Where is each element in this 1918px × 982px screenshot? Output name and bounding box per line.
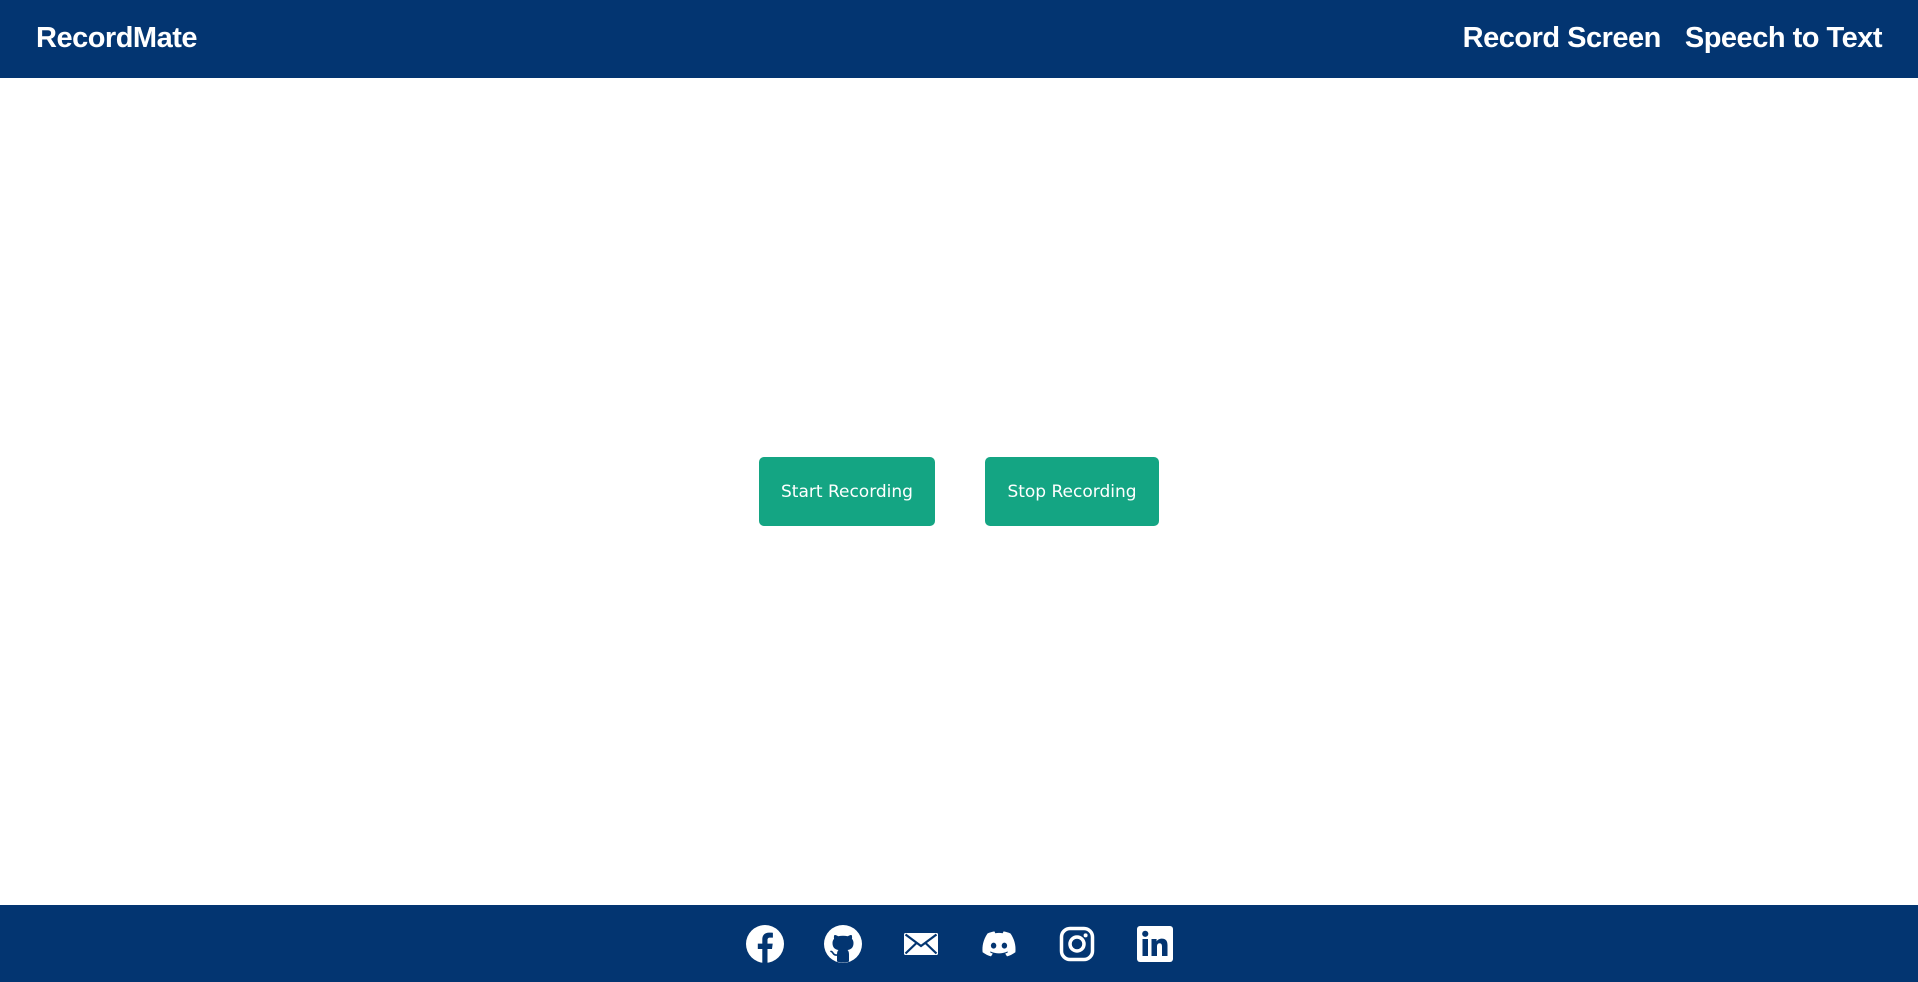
mail-icon[interactable] bbox=[901, 924, 941, 964]
start-recording-button[interactable]: Start Recording bbox=[759, 457, 935, 526]
nav-record-screen[interactable]: Record Screen bbox=[1463, 19, 1662, 57]
social-links bbox=[745, 924, 1175, 964]
instagram-icon[interactable] bbox=[1057, 924, 1097, 964]
discord-icon[interactable] bbox=[979, 924, 1019, 964]
linkedin-icon[interactable] bbox=[1135, 924, 1175, 964]
main-nav: Record Screen Speech to Text bbox=[1463, 19, 1883, 57]
main-content: Start Recording Stop Recording bbox=[0, 78, 1918, 905]
brand-logo[interactable]: RecordMate bbox=[36, 19, 198, 57]
facebook-icon[interactable] bbox=[745, 924, 785, 964]
footer bbox=[0, 905, 1918, 982]
github-icon[interactable] bbox=[823, 924, 863, 964]
nav-speech-to-text[interactable]: Speech to Text bbox=[1685, 19, 1883, 57]
stop-recording-button[interactable]: Stop Recording bbox=[985, 457, 1159, 526]
top-navbar: RecordMate Record Screen Speech to Text bbox=[0, 0, 1918, 78]
